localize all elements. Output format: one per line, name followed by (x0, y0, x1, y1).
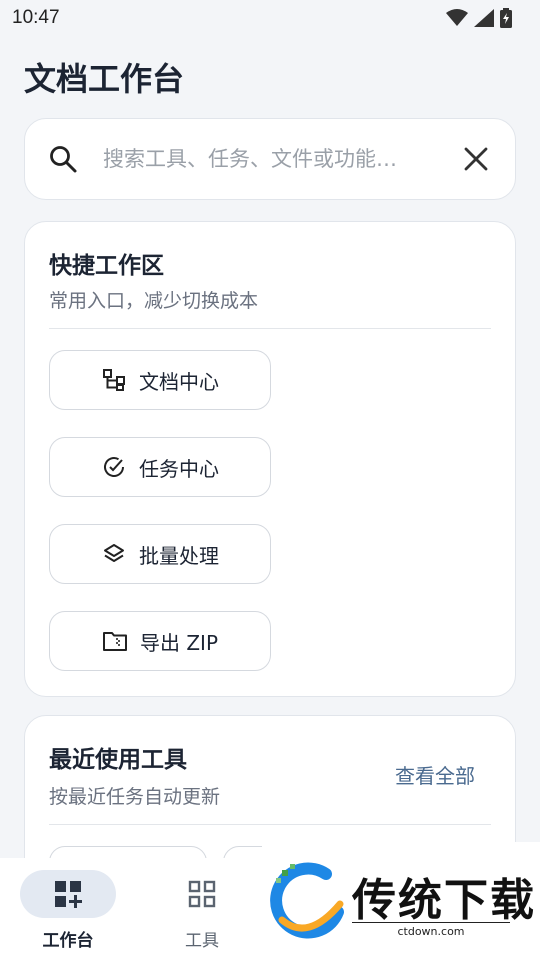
layers-icon (101, 541, 127, 567)
divider (49, 328, 491, 329)
document-center-label: 文档中心 (139, 369, 219, 394)
watermark-brand: 传统下载 (352, 875, 536, 926)
status-icons (446, 8, 512, 28)
wifi-icon (446, 9, 468, 26)
nav-pill (154, 870, 250, 918)
quick-workspace-title: 快捷工作区 (49, 253, 164, 279)
nav-label-workbench: 工作台 (42, 931, 94, 951)
status-bar: 10:47 (0, 0, 540, 36)
task-center-label: 任务中心 (139, 456, 219, 481)
nav-active-indicator (20, 870, 116, 918)
signal-icon (474, 9, 494, 27)
status-time: 10:47 (12, 7, 60, 28)
nav-item-tools[interactable]: 工具 (154, 870, 250, 954)
batch-process-label: 批量处理 (139, 543, 219, 568)
dashboard-add-icon (55, 881, 82, 908)
view-all-link[interactable]: 查看全部 (395, 760, 475, 789)
watermark-url: ctdown.com (352, 922, 510, 938)
battery-icon (500, 8, 512, 28)
export-zip-label: 导出 ZIP (139, 630, 219, 655)
search-icon (47, 143, 79, 175)
page-title: 文档工作台 (24, 60, 185, 98)
folder-zip-icon (102, 628, 128, 654)
document-center-button[interactable]: 文档中心 (49, 350, 271, 410)
close-icon[interactable] (459, 142, 493, 176)
task-center-button[interactable]: 任务中心 (49, 437, 271, 497)
recent-tools-title: 最近使用工具 (49, 747, 187, 773)
batch-process-button[interactable]: 批量处理 (49, 524, 271, 584)
quick-workspace-subtitle: 常用入口，减少切换成本 (49, 290, 259, 312)
divider (49, 824, 491, 825)
check-circle-icon (101, 454, 127, 480)
grid-icon (188, 880, 216, 908)
hierarchy-icon (101, 367, 127, 393)
quick-workspace-card: 快捷工作区 常用入口，减少切换成本 文档中心 任务中心 批量处理 导出 ZIP (24, 221, 516, 697)
nav-label-tools: 工具 (185, 931, 219, 951)
export-zip-button[interactable]: 导出 ZIP (49, 611, 271, 671)
watermark-logo-icon (270, 862, 344, 939)
watermark: 传统下载 ctdown.com (262, 842, 540, 960)
search-input[interactable] (103, 147, 447, 171)
recent-tools-subtitle: 按最近任务自动更新 (49, 786, 221, 808)
nav-item-workbench[interactable]: 工作台 (20, 870, 116, 954)
search-bar[interactable] (24, 118, 516, 200)
